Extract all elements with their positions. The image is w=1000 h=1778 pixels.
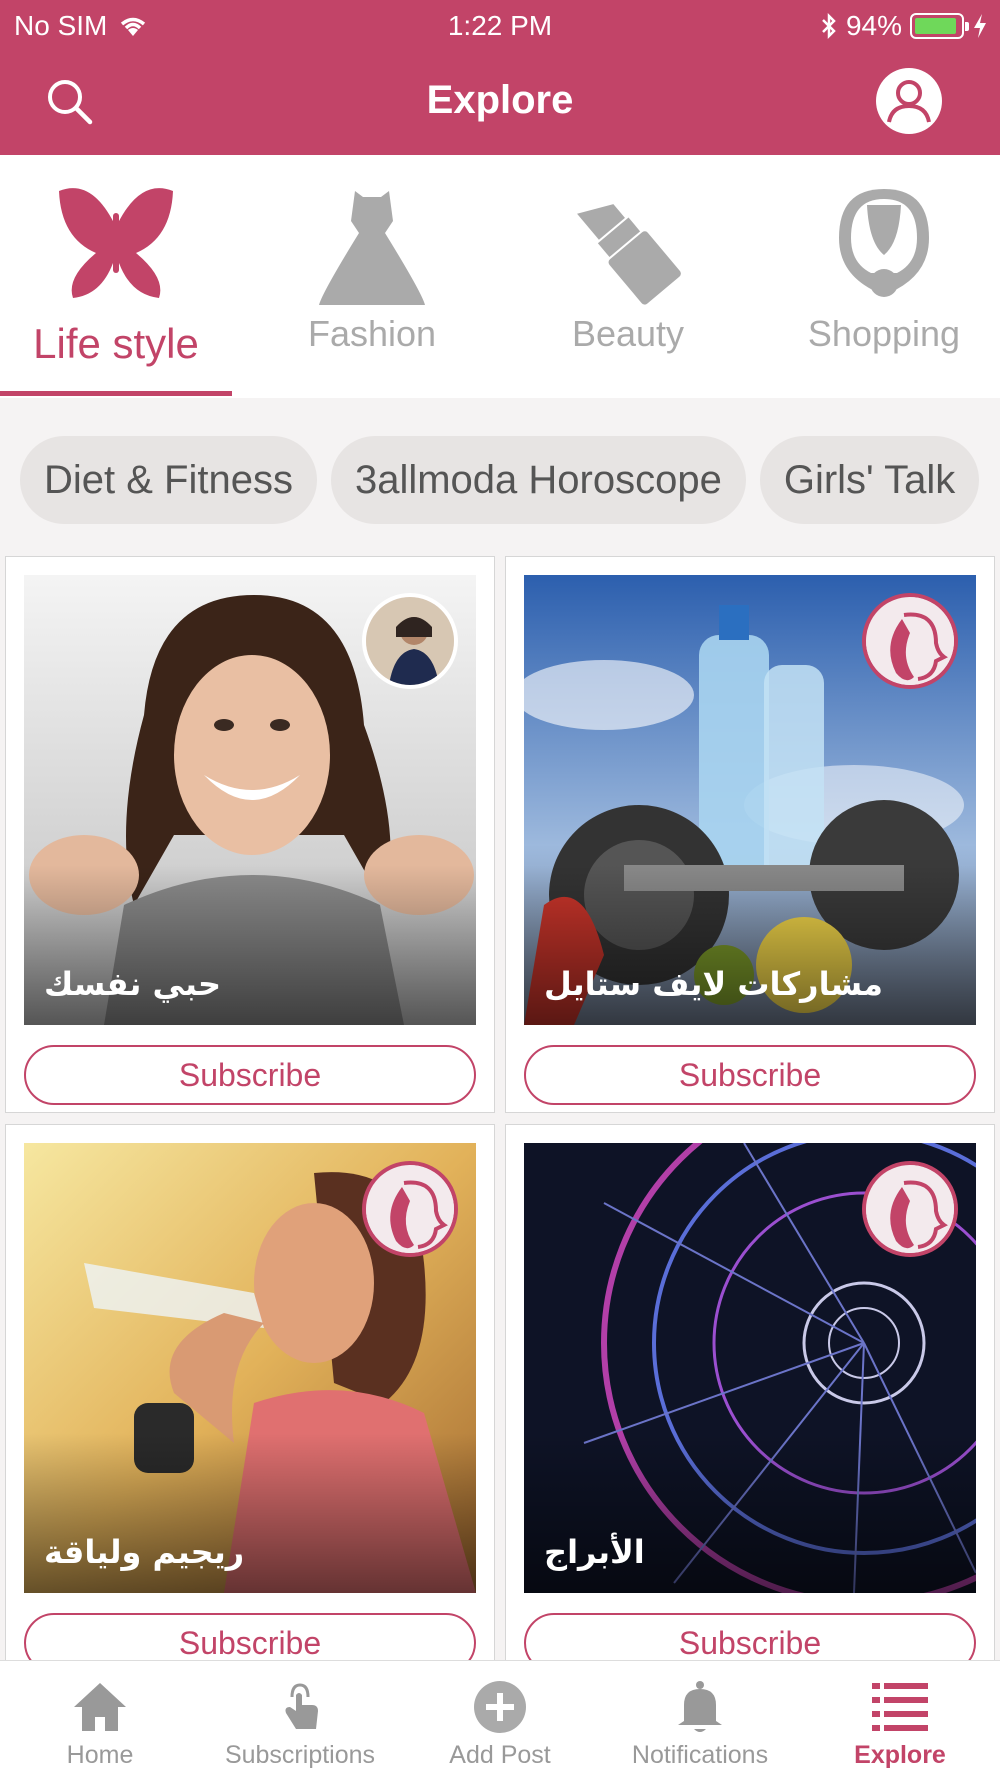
user-avatar [362,593,458,689]
tab-fashion[interactable]: Fashion [247,155,497,398]
chip-girls-talk[interactable]: Girls' Talk [759,436,980,524]
zodiac-wheel-photo: الأبراج [524,1143,976,1593]
bluetooth-icon [822,12,836,40]
card-title: مشاركات لايف ستايل [544,965,883,1003]
category-label: Shopping [807,313,961,354]
chip-horoscope[interactable]: 3allmoda Horoscope [330,436,746,524]
category-tabs: Life style Fashion Beauty Shopping [0,155,1000,398]
profile-icon[interactable] [876,68,942,134]
channel-card[interactable]: مشاركات لايف ستايل Subscribe [505,556,995,1113]
card-title: الأبراج [544,1533,645,1571]
page-title: Explore [426,78,574,122]
status-bar: No SIM 1:22 PM 94% [0,0,1000,50]
home-icon [74,1683,126,1731]
category-label: Fashion [307,313,437,354]
chip-diet-fitness[interactable]: Diet & Fitness [20,436,317,524]
active-tab-indicator [0,391,232,396]
category-label: Life style [33,320,199,367]
tab-label: Home [66,1741,134,1769]
brand-logo [362,1161,458,1257]
necklace-icon [839,189,929,297]
dress-icon [319,191,425,305]
battery-icon [910,13,969,39]
smiling-woman-photo: حبي نفسك [24,575,476,1025]
bottom-tab-bar: Home Subscriptions Add Post Notification… [0,1660,1000,1778]
tab-label: Subscriptions [224,1741,376,1769]
subcategory-chips: Diet & Fitness 3allmoda Horoscope Girls'… [0,398,1000,548]
tab-label: Notifications [631,1741,769,1769]
card-title: حبي نفسك [44,965,222,1003]
plus-circle-icon [474,1681,526,1733]
woman-drinking-water-photo: ريجيم ولياقة [24,1143,476,1593]
brand-logo [862,1161,958,1257]
battery-percent: 94% [845,10,902,41]
tab-add-post[interactable]: Add Post [400,1661,600,1778]
channel-card[interactable]: ريجيم ولياقة Subscribe [5,1124,495,1681]
tab-label: Add Post [449,1741,551,1769]
tab-shopping[interactable]: Shopping [759,155,1000,398]
tab-notifications[interactable]: Notifications [600,1661,800,1778]
tab-beauty[interactable]: Beauty [503,155,753,398]
tab-home[interactable]: Home [0,1661,200,1778]
tab-label: Explore [854,1741,946,1769]
brand-logo [862,593,958,689]
tap-hand-icon [285,1683,318,1729]
list-icon [872,1683,928,1731]
tab-subscriptions[interactable]: Subscriptions [200,1661,400,1778]
water-bottle-dumbbells-photo: مشاركات لايف ستايل [524,575,976,1025]
channel-card[interactable]: حبي نفسك Subscribe [5,556,495,1113]
category-label: Beauty [571,313,685,354]
butterfly-icon [59,188,173,298]
lipstick-icon [577,204,681,305]
charging-icon [974,14,986,38]
tab-explore[interactable]: Explore [800,1661,1000,1778]
tab-life-style[interactable]: Life style [0,155,241,398]
subscribe-button[interactable]: Subscribe [524,1045,976,1105]
channel-card[interactable]: الأبراج Subscribe [505,1124,995,1681]
app-header: No SIM 1:22 PM 94% Explore [0,0,1000,155]
subscribe-button[interactable]: Subscribe [24,1045,476,1105]
bell-icon [678,1681,722,1732]
card-title: ريجيم ولياقة [44,1533,245,1571]
